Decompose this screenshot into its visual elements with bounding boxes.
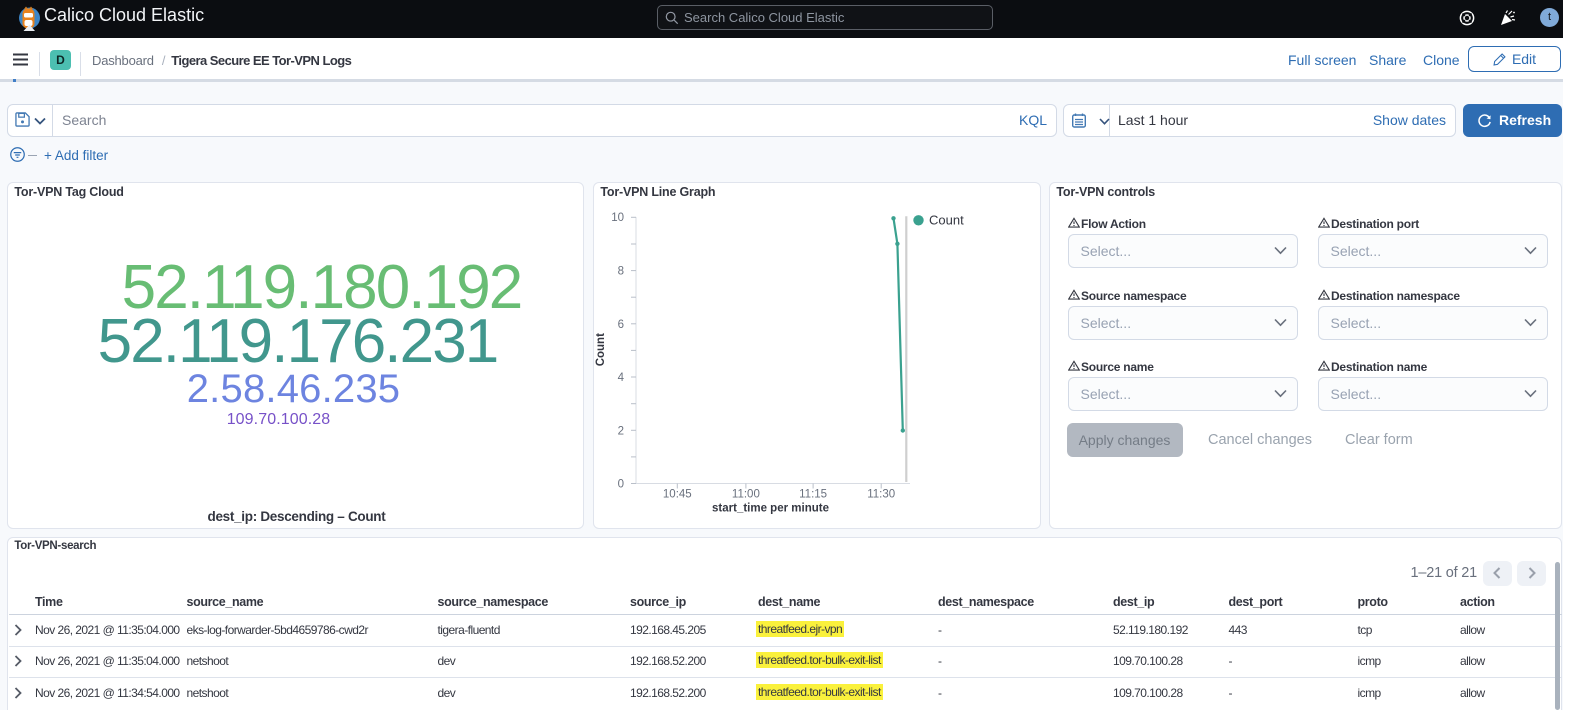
svg-text:6: 6 — [618, 319, 624, 331]
svg-text:11:30: 11:30 — [867, 489, 895, 501]
svg-text:8: 8 — [618, 266, 624, 278]
svg-text:0: 0 — [618, 479, 624, 491]
svg-text:11:00: 11:00 — [732, 489, 760, 501]
svg-text:11:15: 11:15 — [799, 489, 827, 501]
svg-text:4: 4 — [618, 372, 625, 384]
svg-text:Count: Count — [929, 213, 964, 228]
svg-text:Count: Count — [595, 333, 607, 366]
svg-text:10:45: 10:45 — [663, 489, 692, 501]
svg-text:start_time per minute: start_time per minute — [712, 503, 829, 515]
svg-text:10: 10 — [611, 212, 624, 224]
svg-text:2: 2 — [618, 425, 624, 437]
